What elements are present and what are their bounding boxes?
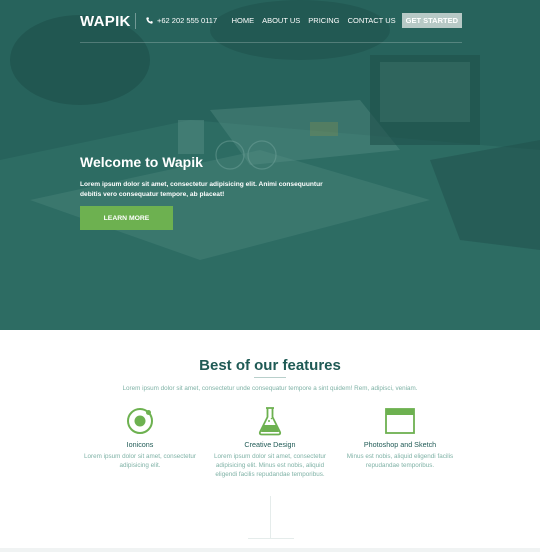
hero-title: Welcome to Wapik xyxy=(80,154,203,170)
feature-photoshop-sketch: Photoshop and Sketch Minus est nobis, al… xyxy=(340,406,460,470)
hero-subtitle: Lorem ipsum dolor sit amet, consectetur … xyxy=(80,181,323,198)
feature-description: Lorem ipsum dolor sit amet, consectetur … xyxy=(214,453,326,478)
decorative-horizontal-line xyxy=(248,538,294,539)
nav-item-about-us[interactable]: ABOUT US xyxy=(262,14,300,28)
phone-contact: +62 202 555 0117 xyxy=(146,16,217,25)
landing-page: WAPIK +62 202 555 0117 HOME ABOUT US PRI… xyxy=(0,0,540,552)
features-subtitle: Lorem ipsum dolor sit amet, consectetur … xyxy=(122,385,418,392)
title-underline xyxy=(254,377,286,378)
nav-item-pricing[interactable]: PRICING xyxy=(308,14,339,28)
feature-title: Photoshop and Sketch xyxy=(363,440,437,449)
section-bottom-divider xyxy=(0,548,540,552)
top-navigation: WAPIK +62 202 555 0117 HOME ABOUT US PRI… xyxy=(80,0,462,43)
phone-icon xyxy=(146,17,153,24)
get-started-button[interactable]: GET STARTED xyxy=(401,13,462,28)
feature-description: Lorem ipsum dolor sit amet, consectetur … xyxy=(84,453,196,469)
decorative-vertical-line xyxy=(270,496,271,538)
feature-title: Creative Design xyxy=(244,440,296,449)
logo[interactable]: WAPIK xyxy=(80,13,131,30)
feature-description: Minus est nobis, aliquid eligendi facili… xyxy=(346,453,454,469)
ionic-icon xyxy=(127,408,153,434)
hero-section: WAPIK +62 202 555 0117 HOME ABOUT US PRI… xyxy=(0,0,540,330)
feature-ionicons: Ionicons Lorem ipsum dolor sit amet, con… xyxy=(80,406,200,470)
features-title: Best of our features xyxy=(199,357,341,374)
feature-creative-design: Creative Design Lorem ipsum dolor sit am… xyxy=(210,406,330,479)
learn-more-button[interactable]: LEARN MORE xyxy=(80,206,173,230)
feature-title: Ionicons xyxy=(126,440,154,449)
main-menu: HOME ABOUT US PRICING CONTACT US GET STA… xyxy=(232,13,462,28)
features-section: Best of our features Lorem ipsum dolor s… xyxy=(0,330,540,552)
nav-divider xyxy=(135,13,136,29)
phone-number: +62 202 555 0117 xyxy=(157,16,218,25)
flask-icon xyxy=(258,407,282,436)
window-icon xyxy=(385,408,415,434)
nav-item-contact-us[interactable]: CONTACT US xyxy=(348,14,396,28)
nav-item-home[interactable]: HOME xyxy=(232,14,255,28)
